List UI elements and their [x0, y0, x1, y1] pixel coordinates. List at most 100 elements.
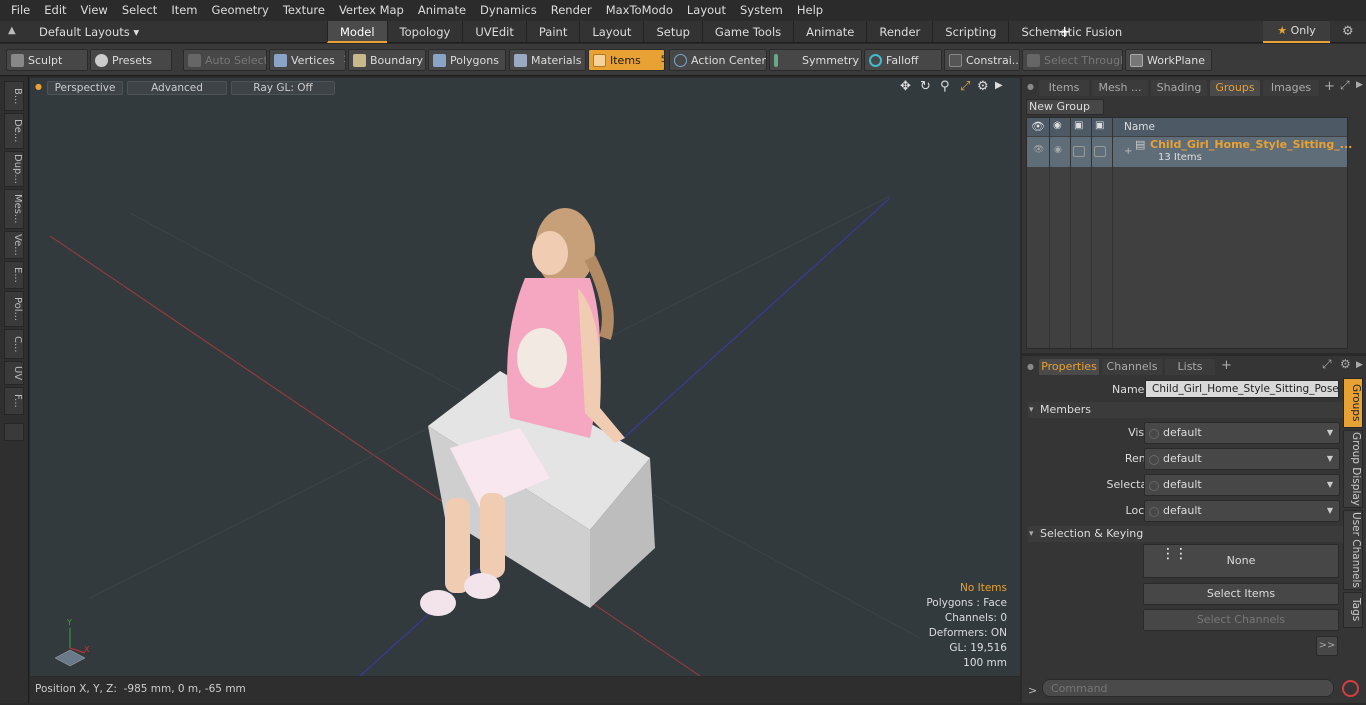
workplane-button[interactable]: WorkPlane: [1125, 49, 1212, 71]
lock-icon[interactable]: ▣: [1074, 120, 1083, 131]
layout-tab-scripting[interactable]: Scripting: [932, 21, 1008, 43]
materials-button[interactable]: Materials: [509, 49, 586, 71]
panel-dot-icon[interactable]: ●: [1027, 362, 1034, 371]
visible-dropdown[interactable]: default ▼: [1144, 422, 1340, 444]
layout-tab-animate[interactable]: Animate: [793, 21, 866, 43]
layout-tab-setup[interactable]: Setup: [643, 21, 701, 43]
expand-icon[interactable]: ⤢: [1322, 357, 1332, 372]
menu-edit[interactable]: Edit: [37, 0, 73, 21]
row-eye-icon[interactable]: 👁: [1033, 145, 1044, 155]
selection-keying-section[interactable]: Selection & Keying: [1028, 526, 1343, 542]
members-section[interactable]: Members: [1028, 402, 1343, 418]
row-select-toggle[interactable]: [1094, 146, 1106, 157]
layout-tab-topology[interactable]: Topology: [386, 21, 463, 43]
view-perspective-button[interactable]: Perspective: [47, 81, 123, 95]
left-tab-5[interactable]: E...: [4, 261, 24, 289]
presets-button[interactable]: Presets: [90, 49, 172, 71]
left-tab-0[interactable]: B...: [4, 81, 24, 111]
eye-icon[interactable]: 👁: [1031, 120, 1045, 133]
add-tab-button[interactable]: +: [1058, 22, 1071, 41]
layout-selector[interactable]: Default Layouts ▾: [39, 25, 139, 39]
side-tab-groups[interactable]: Groups: [1343, 378, 1363, 428]
panel-arrow-icon[interactable]: ▶: [1356, 80, 1363, 90]
symmetry-button[interactable]: Symmetry: [769, 49, 862, 71]
name-input[interactable]: Child_Girl_Home_Style_Sitting_Pose (: [1145, 380, 1339, 398]
record-icon[interactable]: [1342, 680, 1359, 697]
menu-maxtomodo[interactable]: MaxToModo: [599, 0, 680, 21]
command-input[interactable]: [1042, 679, 1334, 697]
menu-animate[interactable]: Animate: [411, 0, 473, 21]
viewport-gear-icon[interactable]: ⚙: [977, 79, 989, 94]
menu-render[interactable]: Render: [544, 0, 599, 21]
tab-shading[interactable]: Shading: [1151, 80, 1207, 96]
side-tab-group-display[interactable]: Group Display: [1343, 430, 1363, 508]
add-panel-tab-button[interactable]: +: [1324, 79, 1335, 94]
vertices-button[interactable]: Vertices 1: [269, 49, 346, 71]
layout-tab-game-tools[interactable]: Game Tools: [701, 21, 793, 43]
new-group-button[interactable]: New Group: [1026, 99, 1104, 115]
add-panel-tab-button[interactable]: +: [1221, 358, 1232, 373]
left-tab-extra[interactable]: [4, 423, 24, 441]
boundary-button[interactable]: Boundary: [348, 49, 426, 71]
viewport-dot-icon[interactable]: ●: [35, 82, 42, 91]
layout-tab-model[interactable]: Model: [327, 21, 387, 43]
tab-mesh[interactable]: Mesh ...: [1092, 80, 1148, 96]
locked-dropdown[interactable]: default ▼: [1144, 500, 1340, 522]
left-tab-6[interactable]: Pol...: [4, 291, 24, 327]
side-tab-user-channels[interactable]: User Channels: [1343, 510, 1363, 590]
menu-view[interactable]: View: [74, 0, 115, 21]
select-through-button[interactable]: Select Through: [1022, 49, 1123, 71]
layout-tab-paint[interactable]: Paint: [525, 21, 579, 43]
left-tab-9[interactable]: F...: [4, 387, 24, 415]
tab-images[interactable]: Images: [1263, 80, 1319, 96]
render-dropdown[interactable]: default ▼: [1144, 448, 1340, 470]
select-icon[interactable]: ▣: [1095, 120, 1104, 131]
action-center-button[interactable]: Action Center: [669, 49, 767, 71]
expand-icon[interactable]: ⤢: [1340, 78, 1350, 93]
auto-select-button[interactable]: Auto Select: [183, 49, 267, 71]
left-tab-7[interactable]: C...: [4, 329, 24, 359]
left-tab-4[interactable]: Ve...: [4, 231, 24, 259]
polygons-button[interactable]: Polygons: [428, 49, 506, 71]
selectable-dropdown[interactable]: default ▼: [1144, 474, 1340, 496]
only-button[interactable]: ★ Only: [1263, 21, 1330, 43]
none-button[interactable]: ⋮⋮ None: [1143, 544, 1339, 578]
zoom-view-icon[interactable]: ⚲: [940, 79, 950, 94]
more-button[interactable]: >>: [1316, 636, 1338, 656]
sculpt-button[interactable]: Sculpt: [6, 49, 88, 71]
menu-help[interactable]: Help: [790, 0, 830, 21]
menu-file[interactable]: File: [4, 0, 37, 21]
layout-tab-layout[interactable]: Layout: [579, 21, 643, 43]
shading-advanced-button[interactable]: Advanced: [127, 81, 227, 95]
tab-groups[interactable]: Groups: [1210, 80, 1260, 96]
menu-dynamics[interactable]: Dynamics: [473, 0, 544, 21]
tab-items[interactable]: Items: [1039, 80, 1089, 96]
panel-arrow-icon[interactable]: ▶: [1356, 360, 1363, 370]
falloff-button[interactable]: Falloff: [864, 49, 942, 71]
maximize-view-icon[interactable]: ⤢: [960, 79, 970, 94]
move-view-icon[interactable]: ✥: [900, 79, 911, 94]
menu-layout[interactable]: Layout: [680, 0, 733, 21]
menu-select[interactable]: Select: [115, 0, 164, 21]
viewport-3d[interactable]: Y X ● Perspective Advanced Ray GL: Off ✥…: [30, 78, 1020, 676]
group-row[interactable]: 👁 ◉ + ▤ Child_Girl_Home_Style_Sitting_..…: [1027, 137, 1352, 167]
tab-channels[interactable]: Channels: [1102, 359, 1162, 375]
panel-dot-icon[interactable]: ●: [1027, 82, 1034, 91]
left-tab-3[interactable]: Mes...: [4, 189, 24, 229]
viewport-arrow-icon[interactable]: ▶: [995, 80, 1003, 91]
layout-tab-uvedit[interactable]: UVEdit: [462, 21, 526, 43]
rotate-view-icon[interactable]: ↻: [920, 79, 931, 94]
menu-item[interactable]: Item: [164, 0, 204, 21]
layout-tab-render[interactable]: Render: [866, 21, 932, 43]
menu-vertex-map[interactable]: Vertex Map: [332, 0, 411, 21]
side-tab-tags[interactable]: Tags: [1343, 592, 1363, 628]
menu-texture[interactable]: Texture: [276, 0, 332, 21]
menu-system[interactable]: System: [733, 0, 790, 21]
expand-group-icon[interactable]: +: [1124, 146, 1132, 157]
menu-geometry[interactable]: Geometry: [205, 0, 276, 21]
tab-properties[interactable]: Properties: [1039, 359, 1099, 375]
select-channels-button[interactable]: Select Channels: [1143, 609, 1339, 631]
gear-icon[interactable]: ⚙: [1340, 357, 1351, 371]
constraints-button[interactable]: Constrai...: [944, 49, 1020, 71]
left-tab-2[interactable]: Dup...: [4, 151, 24, 187]
